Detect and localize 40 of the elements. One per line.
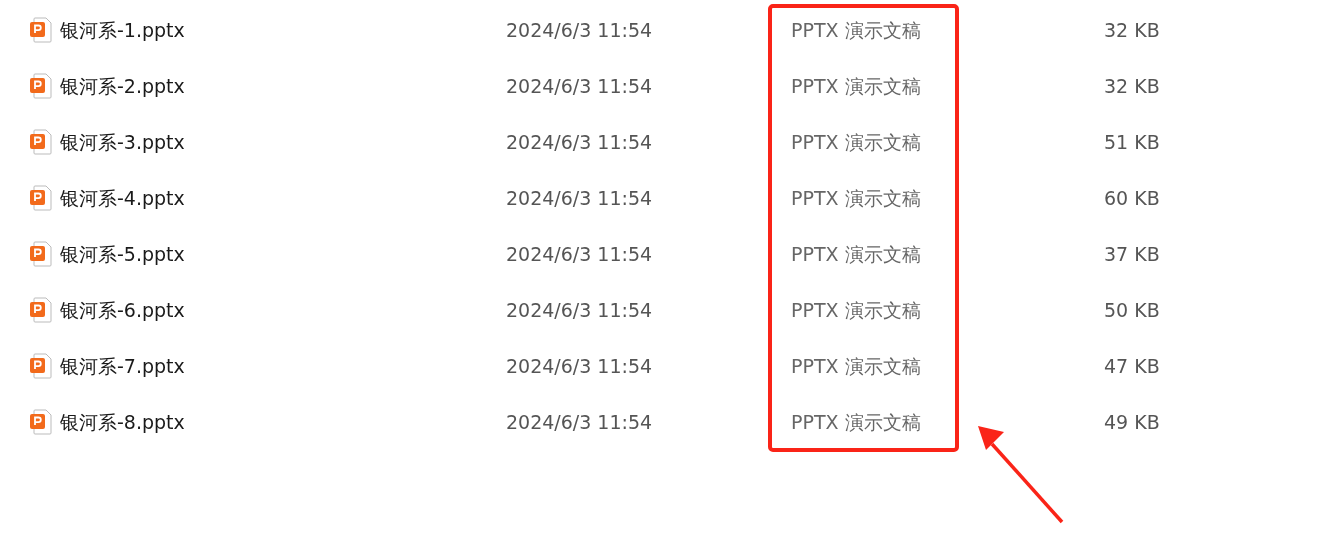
modified-date: 2024/6/3 11:54 — [506, 353, 654, 379]
file-type: PPTX 演示文稿 — [791, 409, 922, 435]
file-size: 49 KB — [1104, 409, 1161, 435]
pptx-file-icon — [30, 241, 52, 267]
file-name[interactable]: 银河系-1.pptx — [60, 15, 185, 45]
file-name[interactable]: 银河系-7.pptx — [60, 351, 185, 381]
file-name[interactable]: 银河系-3.pptx — [60, 127, 185, 157]
file-name[interactable]: 银河系-8.pptx — [60, 407, 185, 437]
file-type: PPTX 演示文稿 — [791, 129, 922, 155]
pptx-file-icon — [30, 353, 52, 379]
file-type: PPTX 演示文稿 — [791, 17, 922, 43]
modified-date: 2024/6/3 11:54 — [506, 241, 654, 267]
file-name[interactable]: 银河系-2.pptx — [60, 71, 185, 101]
file-size: 50 KB — [1104, 297, 1161, 323]
modified-date: 2024/6/3 11:54 — [506, 73, 654, 99]
file-size: 32 KB — [1104, 73, 1161, 99]
file-type: PPTX 演示文稿 — [791, 353, 922, 379]
modified-date: 2024/6/3 11:54 — [506, 17, 654, 43]
file-type: PPTX 演示文稿 — [791, 73, 922, 99]
file-type: PPTX 演示文稿 — [791, 297, 922, 323]
pptx-file-icon — [30, 129, 52, 155]
modified-date: 2024/6/3 11:54 — [506, 409, 654, 435]
file-size: 60 KB — [1104, 185, 1161, 211]
file-name[interactable]: 银河系-6.pptx — [60, 295, 185, 325]
pptx-file-icon — [30, 73, 52, 99]
file-type: PPTX 演示文稿 — [791, 241, 922, 267]
file-size: 51 KB — [1104, 129, 1161, 155]
pptx-file-icon — [30, 297, 52, 323]
modified-date: 2024/6/3 11:54 — [506, 185, 654, 211]
file-type: PPTX 演示文稿 — [791, 185, 922, 211]
file-size: 47 KB — [1104, 353, 1161, 379]
pptx-file-icon — [30, 409, 52, 435]
file-name[interactable]: 银河系-5.pptx — [60, 239, 185, 269]
file-size: 37 KB — [1104, 241, 1161, 267]
file-size: 32 KB — [1104, 17, 1161, 43]
pptx-file-icon — [30, 185, 52, 211]
file-name[interactable]: 银河系-4.pptx — [60, 183, 185, 213]
modified-date: 2024/6/3 11:54 — [506, 297, 654, 323]
pptx-file-icon — [30, 17, 52, 43]
modified-date: 2024/6/3 11:54 — [506, 129, 654, 155]
